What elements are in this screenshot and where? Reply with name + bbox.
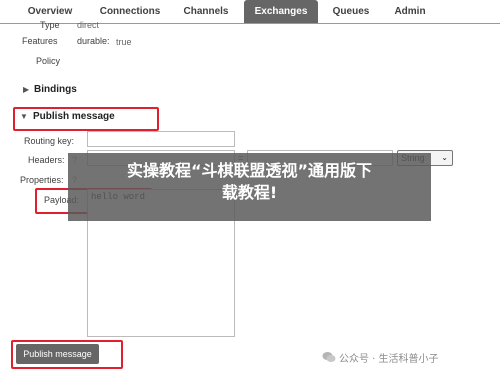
overlay-line-2: 载教程! — [221, 183, 278, 202]
top-navigation: Overview Connections Channels Exchanges … — [0, 0, 500, 24]
wechat-icon — [322, 352, 336, 362]
features-key: durable: — [77, 36, 110, 46]
routing-key-label: Routing key: — [24, 136, 75, 146]
highlight-box-publish-header — [13, 107, 159, 131]
overlay-line-1: 实操教程“斗棋联盟透视”通用版下 — [126, 161, 373, 180]
policy-label: Policy — [36, 56, 61, 66]
type-value: direct — [77, 20, 100, 30]
overlay-text: 实操教程“斗棋联盟透视”通用版下 载教程! — [68, 160, 431, 204]
headers-label: Headers: — [28, 155, 65, 165]
properties-label: Properties: — [20, 175, 64, 185]
chevron-down-icon: ⌄ — [441, 153, 448, 162]
tab-admin[interactable]: Admin — [384, 0, 436, 24]
features-value: true — [116, 37, 132, 47]
tab-channels[interactable]: Channels — [172, 0, 240, 24]
type-label: Type — [40, 20, 60, 30]
collapsed-arrow-icon[interactable]: ▶ — [23, 85, 29, 94]
tab-exchanges[interactable]: Exchanges — [244, 0, 318, 24]
features-label: Features — [22, 36, 58, 46]
tab-queues[interactable]: Queues — [322, 0, 380, 24]
tab-connections[interactable]: Connections — [92, 0, 168, 24]
watermark-text: 公众号 · 生活科普小子 — [339, 354, 439, 365]
routing-key-input[interactable] — [87, 131, 235, 147]
highlight-box-publish-button — [11, 340, 123, 369]
nav-divider — [0, 23, 500, 24]
bindings-section-header[interactable]: Bindings — [34, 84, 77, 95]
